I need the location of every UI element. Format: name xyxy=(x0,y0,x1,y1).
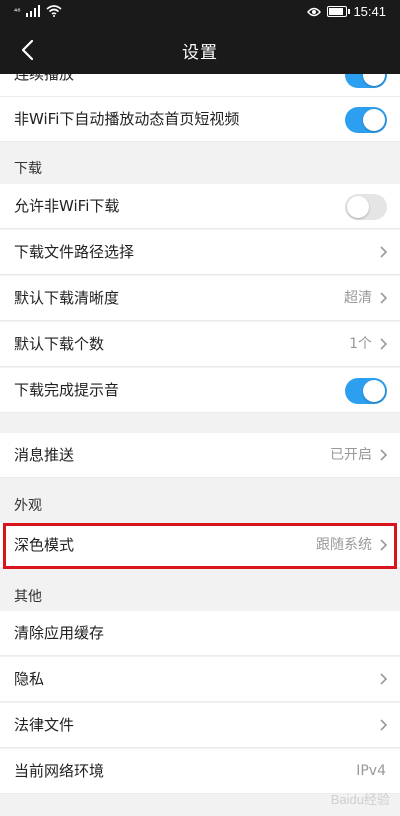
clock: 15:41 xyxy=(353,4,386,19)
settings-row-label: 连续播放 xyxy=(14,74,75,83)
section-header-other: 其他 xyxy=(0,570,400,610)
chevron-right-icon xyxy=(380,449,388,461)
battery-level xyxy=(329,8,344,15)
settings-row-value: 已开启 xyxy=(330,447,372,463)
settings-row-label: 下载完成提示音 xyxy=(14,381,120,399)
chevron-right-icon xyxy=(380,673,388,685)
section-header-appearance: 外观 xyxy=(0,479,400,519)
settings-row-autoplay[interactable]: 连续播放 xyxy=(0,74,400,97)
settings-row-network-env[interactable]: 当前网络环境 IPv4 xyxy=(0,749,400,794)
settings-row-value: 超清 xyxy=(344,290,372,306)
eye-icon xyxy=(307,7,322,16)
settings-row-label: 默认下载清晰度 xyxy=(14,289,120,307)
settings-row-nonwifi-autoplay[interactable]: 非WiFi下自动播放动态首页短视频 xyxy=(0,97,400,142)
chevron-right-icon xyxy=(380,719,388,731)
settings-row-push[interactable]: 消息推送 已开启 xyxy=(0,433,400,478)
network-type: ⁴⁶ xyxy=(14,6,21,16)
allow-nonwifi-download-toggle[interactable] xyxy=(345,194,387,220)
download-sound-toggle[interactable] xyxy=(345,378,387,404)
settings-list[interactable]: 连续播放 非WiFi下自动播放动态首页短视频 下载 允许非WiFi下载 下载文件… xyxy=(0,74,400,816)
settings-row-allow-nonwifi-download[interactable]: 允许非WiFi下载 xyxy=(0,184,400,229)
settings-row-download-path[interactable]: 下载文件路径选择 xyxy=(0,230,400,275)
settings-row-value: 跟随系统 xyxy=(316,537,372,553)
chevron-right-icon xyxy=(380,539,388,551)
settings-row-default-quality[interactable]: 默认下载清晰度 超清 xyxy=(0,276,400,321)
section-header-download: 下载 xyxy=(0,142,400,182)
battery-icon xyxy=(327,6,351,17)
toggle-knob xyxy=(347,196,369,218)
settings-row-label: 当前网络环境 xyxy=(14,762,105,780)
settings-row-value: 1个 xyxy=(349,336,372,352)
wifi-icon xyxy=(46,5,62,17)
settings-row-label: 非WiFi下自动播放动态首页短视频 xyxy=(14,110,240,128)
settings-row-label: 默认下载个数 xyxy=(14,335,105,353)
chevron-right-icon xyxy=(380,246,388,258)
section-title: 其他 xyxy=(14,589,42,605)
section-title: 外观 xyxy=(14,498,42,514)
settings-row-label: 法律文件 xyxy=(14,716,75,734)
section-title: 下载 xyxy=(14,161,42,177)
status-bar: ⁴⁶ 15:41 xyxy=(0,0,400,26)
chevron-right-icon xyxy=(380,338,388,350)
settings-row-label: 清除应用缓存 xyxy=(14,624,105,642)
signal-icon xyxy=(26,5,41,17)
page-title: 设置 xyxy=(182,43,218,63)
toggle-knob xyxy=(363,380,385,402)
settings-row-label: 消息推送 xyxy=(14,446,75,464)
settings-row-privacy[interactable]: 隐私 xyxy=(0,657,400,702)
settings-row-default-count[interactable]: 默认下载个数 1个 xyxy=(0,322,400,367)
toggle-knob xyxy=(363,109,385,131)
settings-row-value: IPv4 xyxy=(356,763,386,779)
nonwifi-autoplay-toggle[interactable] xyxy=(345,107,387,133)
autoplay-toggle[interactable] xyxy=(345,74,387,88)
settings-row-clear-cache[interactable]: 清除应用缓存 xyxy=(0,611,400,656)
status-left: ⁴⁶ xyxy=(14,5,62,17)
settings-row-label: 隐私 xyxy=(14,670,45,688)
nav-bar: 设置 xyxy=(0,26,400,74)
toggle-knob xyxy=(363,74,385,86)
settings-row-dark-mode[interactable]: 深色模式 跟随系统 xyxy=(0,523,400,568)
settings-row-legal[interactable]: 法律文件 xyxy=(0,703,400,748)
watermark: Baidu经验 xyxy=(330,792,390,807)
chevron-right-icon xyxy=(380,292,388,304)
settings-row-download-sound[interactable]: 下载完成提示音 xyxy=(0,368,400,413)
status-right: 15:41 xyxy=(307,4,386,19)
settings-row-label: 深色模式 xyxy=(14,536,75,554)
settings-row-label: 允许非WiFi下载 xyxy=(14,197,120,215)
settings-row-label: 下载文件路径选择 xyxy=(14,243,135,261)
